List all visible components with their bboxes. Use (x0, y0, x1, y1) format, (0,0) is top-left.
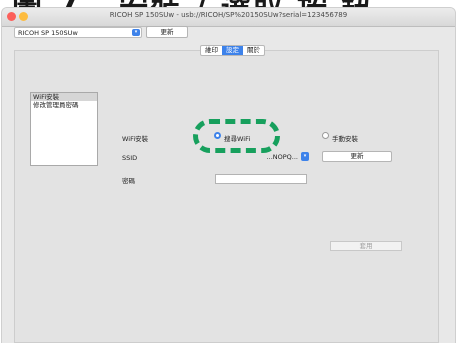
wifi-setup-label: WiFi安裝 (122, 135, 149, 143)
tab-settings[interactable]: 設定 (222, 46, 243, 55)
manual-setup-label: 手動安裝 (332, 135, 358, 143)
highlight-callout (193, 119, 280, 153)
manual-setup-radio[interactable] (322, 132, 329, 139)
list-item-wifi-setup[interactable]: WiFi安裝 (31, 93, 97, 101)
tab-about[interactable]: 關於 (243, 46, 264, 55)
ssid-label: SSID (122, 154, 138, 162)
title-bar: RICOH SP 150SUw - usb://RICOH/SP%20150SU… (2, 8, 455, 27)
printer-select[interactable]: RICOH SP 150SUw ▾ (14, 27, 142, 38)
password-label: 密碼 (122, 177, 135, 185)
tab-bar: 維印 設定 關於 (200, 45, 265, 56)
settings-list: WiFi安裝 修改管理員密碼 (30, 92, 98, 166)
chevron-down-icon: ▾ (132, 29, 140, 36)
window-title: RICOH SP 150SUw - usb://RICOH/SP%20150SU… (109, 11, 348, 19)
chevron-down-icon: ▾ (301, 152, 309, 161)
printer-select-value: RICOH SP 150SUw (18, 29, 78, 37)
tab-maintenance[interactable]: 維印 (201, 46, 222, 55)
refresh-printer-button[interactable]: 更新 (146, 26, 188, 38)
apply-button[interactable]: 套用 (330, 241, 402, 251)
password-field[interactable] (215, 174, 307, 184)
refresh-ssid-button[interactable]: 更新 (322, 151, 392, 162)
list-item-change-admin-password[interactable]: 修改管理員密碼 (31, 101, 97, 109)
